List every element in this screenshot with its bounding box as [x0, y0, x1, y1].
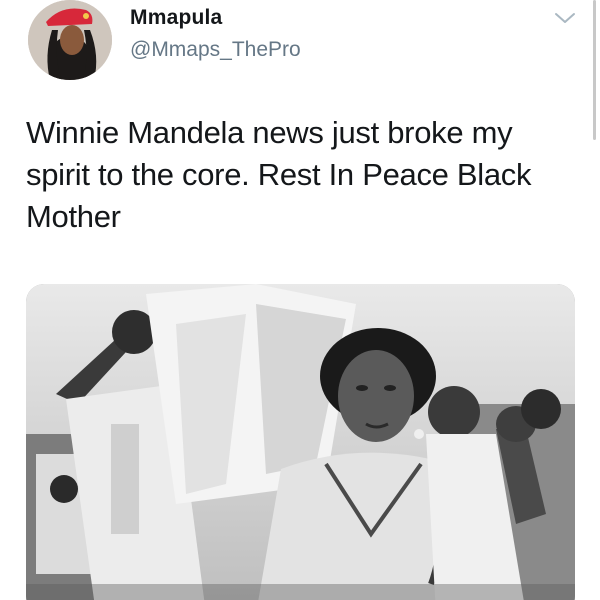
author-display-name[interactable]: Mmapula — [130, 6, 222, 30]
author-handle[interactable]: @Mmaps_ThePro — [130, 38, 301, 62]
scrollbar[interactable] — [593, 0, 596, 140]
chevron-down-icon[interactable] — [552, 8, 578, 28]
tweet-photo[interactable] — [26, 284, 575, 600]
tweet-card[interactable]: Mmapula @Mmaps_ThePro Winnie Mandela new… — [0, 0, 600, 600]
tweet-text: Winnie Mandela news just broke my spirit… — [26, 115, 540, 234]
avatar-image — [28, 0, 112, 80]
photo-icon — [26, 284, 575, 600]
author-avatar[interactable] — [28, 0, 112, 80]
